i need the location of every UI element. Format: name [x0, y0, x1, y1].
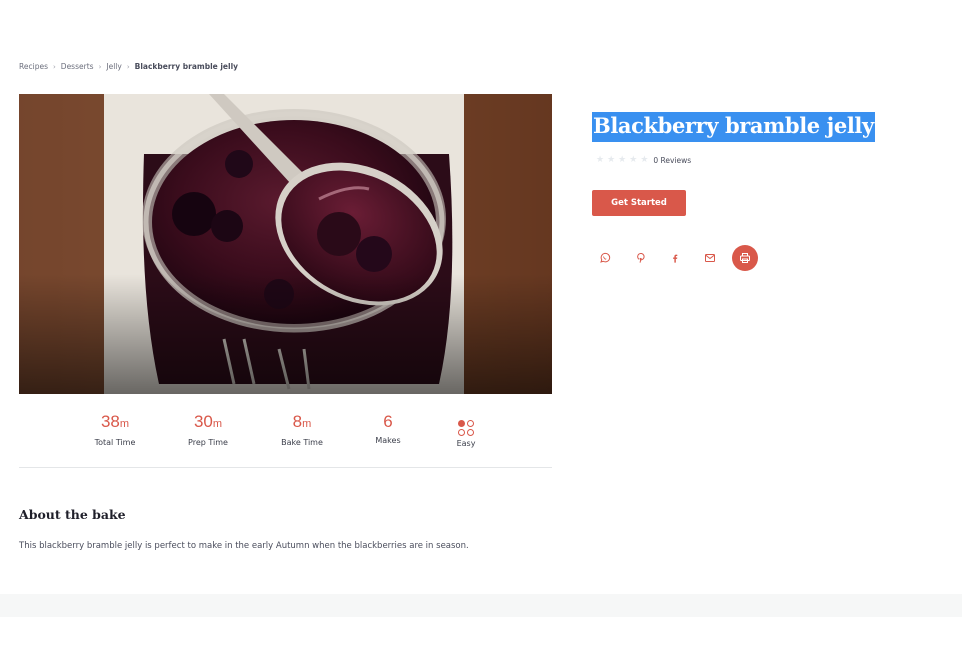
star-icon[interactable]: ★ — [607, 155, 615, 165]
pinterest-icon — [636, 253, 645, 263]
stat-difficulty-label: Easy — [456, 439, 476, 448]
star-icon[interactable]: ★ — [640, 155, 648, 165]
stat-prep-time-label: Prep Time — [188, 438, 228, 447]
breadcrumb-recipes[interactable]: Recipes — [19, 62, 48, 71]
whatsapp-icon — [600, 252, 611, 263]
stat-makes-label: Makes — [375, 436, 401, 445]
star-icon[interactable]: ★ — [629, 155, 637, 165]
email-icon — [705, 254, 715, 262]
print-icon — [740, 253, 750, 263]
stat-difficulty: Easy — [421, 413, 511, 448]
rating[interactable]: ★ ★ ★ ★ ★ 0 Reviews — [596, 155, 691, 165]
stat-makes: 6 Makes — [343, 412, 433, 446]
breadcrumb-jelly[interactable]: Jelly — [106, 62, 121, 71]
chevron-right-icon: › — [126, 62, 130, 71]
stat-total-time: 38m Total Time — [70, 412, 160, 448]
difficulty-dots-icon — [458, 420, 474, 436]
share-bar — [592, 245, 767, 271]
chevron-right-icon: › — [52, 62, 56, 71]
recipe-stats: 38m Total Time 30m Prep Time 8m Bake Tim… — [19, 405, 552, 468]
stat-prep-time-value: 30m — [193, 412, 223, 431]
rating-stars[interactable]: ★ ★ ★ ★ ★ — [596, 155, 648, 165]
stat-bake-time-value: 8m — [292, 412, 312, 431]
stat-total-time-label: Total Time — [94, 438, 136, 447]
about-title: About the bake — [19, 507, 126, 522]
facebook-icon — [673, 254, 678, 263]
breadcrumb-current: Blackberry bramble jelly — [134, 62, 239, 71]
recipe-hero-image — [19, 94, 552, 394]
star-icon[interactable]: ★ — [596, 155, 604, 165]
share-whatsapp-button[interactable] — [592, 245, 618, 271]
recipe-title: Blackberry bramble jelly — [592, 112, 875, 142]
share-email-button[interactable] — [697, 245, 723, 271]
reviews-count[interactable]: 0 Reviews — [653, 156, 691, 165]
about-text: This blackberry bramble jelly is perfect… — [19, 541, 469, 551]
stat-total-time-value: 38m — [100, 412, 130, 431]
get-started-button[interactable]: Get Started — [592, 190, 686, 216]
stat-prep-time: 30m Prep Time — [163, 412, 253, 448]
share-pinterest-button[interactable] — [627, 245, 653, 271]
footer-band — [0, 594, 962, 617]
star-icon[interactable]: ★ — [618, 155, 626, 165]
print-button[interactable] — [732, 245, 758, 271]
breadcrumb: Recipes › Desserts › Jelly › Blackberry … — [19, 62, 238, 71]
share-facebook-button[interactable] — [662, 245, 688, 271]
breadcrumb-desserts[interactable]: Desserts — [61, 62, 94, 71]
stat-makes-value: 6 — [383, 412, 393, 431]
stat-bake-time-label: Bake Time — [281, 438, 323, 447]
chevron-right-icon: › — [98, 62, 102, 71]
stat-bake-time: 8m Bake Time — [257, 412, 347, 448]
